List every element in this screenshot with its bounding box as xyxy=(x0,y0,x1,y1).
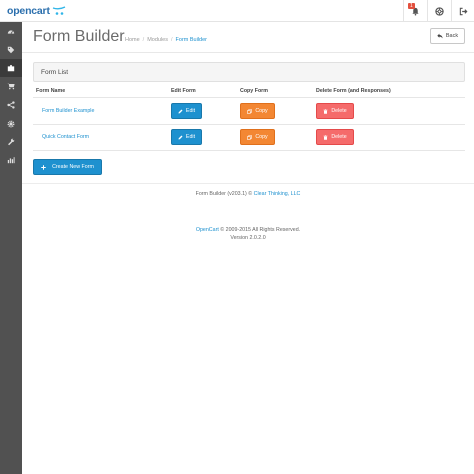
create-new-form-button[interactable]: Create New Form xyxy=(33,159,102,175)
sidebar-item-system[interactable] xyxy=(0,115,22,133)
sidebar-item-tools[interactable] xyxy=(0,133,22,151)
breadcrumb-form-builder[interactable]: Form Builder xyxy=(176,37,207,43)
copy-button[interactable]: Copy xyxy=(240,103,275,119)
sidebar-item-dashboard[interactable] xyxy=(0,23,22,41)
column-header-edit-form: Edit Form xyxy=(171,88,196,94)
tags-icon xyxy=(7,46,15,54)
page-footer: OpenCart © 2009-2015 All Rights Reserved… xyxy=(22,226,474,242)
opencart-logo[interactable]: opencart xyxy=(7,3,66,19)
form-name-link[interactable]: Form Builder Example xyxy=(42,108,94,114)
column-header-delete-form: Delete Form (and Responses) xyxy=(316,88,391,94)
clear-thinking-link[interactable]: Clear Thinking, LLC xyxy=(254,191,301,197)
bar-chart-icon xyxy=(7,157,15,164)
panel-title: Form List xyxy=(41,69,69,76)
dashboard-icon xyxy=(7,30,15,34)
pencil-icon xyxy=(178,109,183,113)
edit-button-label: Edit xyxy=(185,134,196,140)
table-row-divider xyxy=(33,150,465,151)
breadcrumb-modules[interactable]: Modules xyxy=(147,37,168,43)
sidebar-item-reports[interactable] xyxy=(0,151,22,169)
sign-out-icon xyxy=(459,7,467,15)
trash-icon xyxy=(323,108,328,114)
breadcrumb: Home / Modules / Form Builder xyxy=(125,37,207,43)
column-header-form-name: Form Name xyxy=(36,88,66,94)
life-ring-icon xyxy=(435,6,444,16)
share-icon xyxy=(7,101,15,109)
breadcrumb-home[interactable]: Home xyxy=(125,37,140,43)
sidebar xyxy=(0,22,22,474)
sidebar-item-catalog[interactable] xyxy=(0,41,22,59)
shopping-cart-icon xyxy=(7,83,15,90)
sidebar-item-marketing[interactable] xyxy=(0,96,22,114)
column-header-copy-form: Copy Form xyxy=(240,88,268,94)
back-button-label: Back xyxy=(445,33,459,39)
trash-icon xyxy=(323,134,328,140)
delete-button-label: Delete xyxy=(331,108,347,114)
sidebar-item-sales[interactable] xyxy=(0,77,22,95)
copy-button-label: Copy xyxy=(255,108,268,114)
version-text: Version 2.0.2.0 xyxy=(230,235,266,241)
copy-button[interactable]: Copy xyxy=(240,129,275,145)
edit-button[interactable]: Edit xyxy=(171,129,202,145)
puzzle-piece-icon xyxy=(7,64,15,72)
copy-button-label: Copy xyxy=(255,134,268,140)
panel-heading: Form List xyxy=(33,62,465,82)
notification-badge: 1 xyxy=(408,3,415,9)
plus-icon xyxy=(41,164,46,170)
sidebar-item-extensions[interactable] xyxy=(0,59,22,77)
page-title: Form Builder xyxy=(33,28,125,45)
copy-icon xyxy=(247,134,253,140)
edit-button[interactable]: Edit xyxy=(171,103,202,119)
module-version-text: Form Builder (v203.1) © xyxy=(195,191,254,197)
footer-divider xyxy=(22,183,474,184)
header-divider xyxy=(22,52,474,53)
edit-button-label: Edit xyxy=(185,108,196,114)
copy-icon xyxy=(247,108,253,114)
delete-button[interactable]: Delete xyxy=(316,103,354,119)
breadcrumb-separator: / xyxy=(171,37,173,43)
wrench-icon xyxy=(8,138,15,146)
pencil-icon xyxy=(178,135,183,139)
logo-text: opencart xyxy=(7,5,50,17)
delete-button[interactable]: Delete xyxy=(316,129,354,145)
reply-icon xyxy=(437,33,443,39)
logo-cart-icon xyxy=(52,6,66,15)
help-button[interactable] xyxy=(427,0,451,22)
table-row-divider xyxy=(33,124,465,125)
cog-icon xyxy=(7,120,15,128)
delete-button-label: Delete xyxy=(331,134,347,140)
logout-button[interactable] xyxy=(451,0,474,22)
back-button[interactable]: Back xyxy=(430,28,465,44)
notifications-button[interactable]: 1 xyxy=(403,0,427,22)
breadcrumb-separator: / xyxy=(142,37,145,43)
create-new-form-label: Create New Form xyxy=(52,164,94,170)
opencart-link[interactable]: OpenCart xyxy=(196,227,219,233)
module-footer: Form Builder (v203.1) © Clear Thinking, … xyxy=(22,191,474,197)
table-header-divider xyxy=(33,97,465,98)
top-header: opencart 1 xyxy=(0,0,474,22)
copyright-text: © 2009-2015 All Rights Reserved. xyxy=(218,227,301,233)
form-name-link[interactable]: Quick Contact Form xyxy=(42,134,89,140)
